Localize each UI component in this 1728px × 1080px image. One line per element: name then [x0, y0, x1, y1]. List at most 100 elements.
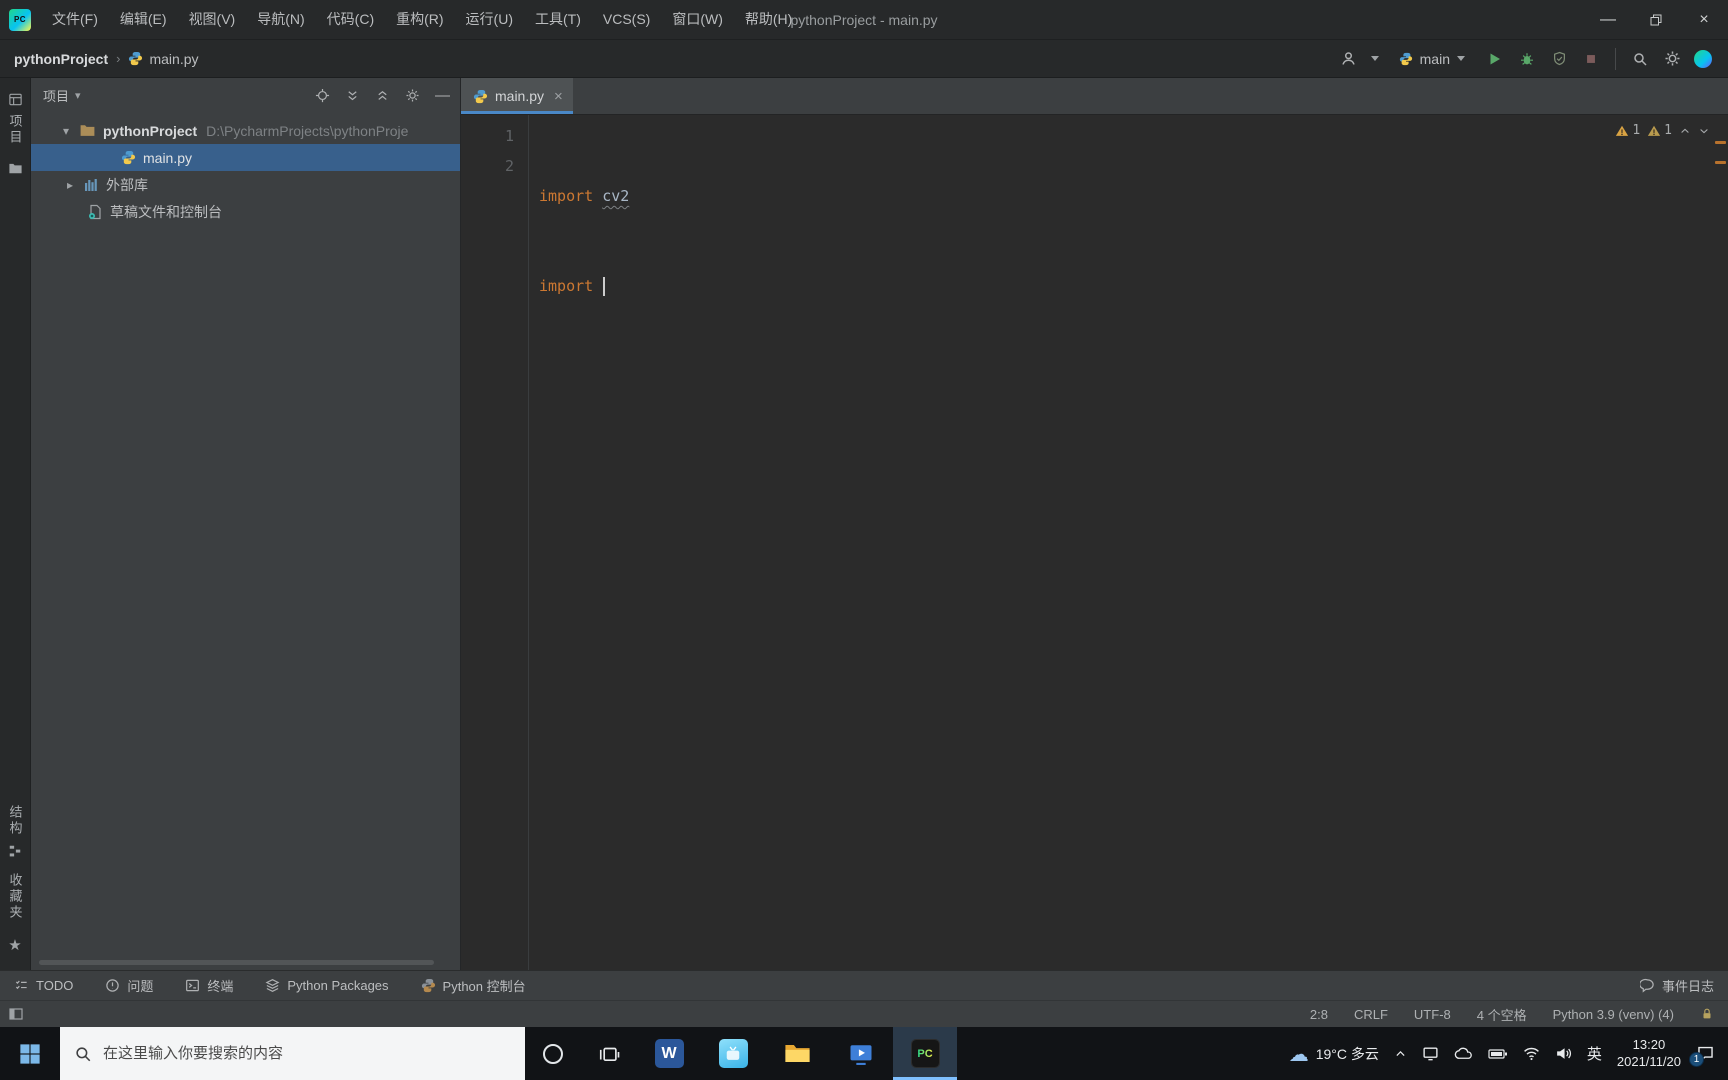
debug-button[interactable]: [1517, 49, 1537, 69]
chevron-right-icon[interactable]: ▸: [61, 178, 79, 192]
minimize-button[interactable]: —: [1584, 0, 1632, 39]
cortana-button[interactable]: [525, 1027, 581, 1080]
collapse-all-icon[interactable]: [375, 88, 390, 103]
structure-tool-button[interactable]: 结构: [6, 794, 25, 862]
python-file-icon: [473, 89, 488, 104]
menu-run[interactable]: 运行(U): [455, 0, 524, 39]
task-view-button[interactable]: [581, 1027, 637, 1080]
user-icon[interactable]: [1339, 49, 1359, 69]
coverage-button[interactable]: [1549, 49, 1569, 69]
weather-widget[interactable]: ☁ 19°C 多云: [1289, 1042, 1379, 1066]
expand-all-icon[interactable]: [345, 88, 360, 103]
taskbar-pycharm[interactable]: PC: [893, 1027, 957, 1080]
hide-panel-icon[interactable]: —: [435, 87, 450, 104]
menu-vcs[interactable]: VCS(S): [592, 0, 661, 39]
toolwindow-terminal[interactable]: 终端: [185, 976, 233, 995]
user-dropdown-icon[interactable]: [1370, 56, 1379, 61]
warning-indicator[interactable]: 1: [1615, 123, 1640, 138]
editor-gutter[interactable]: 1 2: [461, 115, 529, 970]
next-problem-icon[interactable]: [1698, 125, 1710, 137]
run-button[interactable]: [1485, 49, 1505, 69]
clock-date: 2021/11/20: [1616, 1053, 1681, 1069]
toolbar-right: main: [1339, 47, 1712, 70]
taskbar-media-app[interactable]: [701, 1027, 765, 1080]
wifi-icon[interactable]: [1523, 1045, 1540, 1062]
weak-warning-indicator[interactable]: 1: [1647, 123, 1672, 138]
menu-refactor[interactable]: 重构(R): [385, 0, 454, 39]
taskbar-file-explorer[interactable]: [765, 1027, 829, 1080]
indent-style[interactable]: 4 个空格: [1477, 1005, 1527, 1024]
caret-position[interactable]: 2:8: [1310, 1007, 1328, 1022]
code-content: import cv2 import: [529, 115, 1728, 970]
breadcrumb-project[interactable]: pythonProject: [14, 51, 108, 67]
run-config-dropdown-icon: [1457, 56, 1465, 61]
line-separator[interactable]: CRLF: [1354, 1007, 1388, 1022]
settings-gear-icon[interactable]: [1662, 49, 1682, 69]
panel-settings-icon[interactable]: [405, 88, 420, 103]
locate-file-icon[interactable]: [315, 88, 330, 103]
lock-icon[interactable]: [1700, 1007, 1714, 1021]
favorites-tool-button[interactable]: 收藏夹 ★: [6, 862, 25, 958]
volume-icon[interactable]: [1555, 1045, 1572, 1062]
action-center-button[interactable]: 1: [1689, 1044, 1715, 1067]
taskbar-movies-tv[interactable]: [829, 1027, 893, 1080]
toolwindow-event-log[interactable]: 事件日志: [1639, 976, 1714, 995]
navigation-bar: pythonProject › main.py main: [0, 40, 1728, 78]
monitor-icon[interactable]: [1422, 1045, 1439, 1062]
input-language-indicator[interactable]: 英: [1587, 1043, 1602, 1064]
editor-surface[interactable]: 1 2 import cv2 import 1 1: [461, 115, 1728, 970]
avatar-icon[interactable]: [1694, 49, 1712, 68]
clock-widget[interactable]: 13:20 2021/11/20: [1617, 1037, 1681, 1071]
stop-button[interactable]: [1581, 49, 1601, 69]
project-view-dropdown-icon[interactable]: ▾: [75, 89, 81, 102]
project-view-selector[interactable]: 项目: [43, 86, 69, 105]
main-area: 项目 结构 收藏夹 ★ 项目 ▾ — ▾ pythonProject D:\Py…: [0, 78, 1728, 970]
onedrive-cloud-icon[interactable]: [1454, 1047, 1473, 1060]
tree-item-main-py[interactable]: main.py: [31, 144, 460, 171]
file-encoding[interactable]: UTF-8: [1414, 1007, 1451, 1022]
restore-button[interactable]: [1632, 0, 1680, 39]
menu-code[interactable]: 代码(C): [316, 0, 385, 39]
menu-edit[interactable]: 编辑(E): [109, 0, 178, 39]
menu-view[interactable]: 视图(V): [178, 0, 247, 39]
editor-tab-bar: main.py ×: [461, 78, 1728, 115]
error-stripe-mark[interactable]: [1715, 161, 1726, 164]
toolwindow-switcher-icon[interactable]: [8, 1006, 24, 1022]
chevron-down-icon[interactable]: ▾: [57, 124, 75, 138]
error-stripe-mark[interactable]: [1715, 141, 1726, 144]
toolwindow-problems[interactable]: 问题: [105, 976, 153, 995]
horizontal-scrollbar[interactable]: [39, 960, 434, 965]
taskbar-word[interactable]: W: [637, 1027, 701, 1080]
tree-item-scratches[interactable]: 草稿文件和控制台: [31, 198, 460, 225]
python-file-icon: [121, 150, 136, 165]
tree-item-project-root[interactable]: ▾ pythonProject D:\PycharmProjects\pytho…: [31, 117, 460, 144]
favorites-strip-label: 收藏夹: [7, 873, 23, 921]
taskbar-search[interactable]: [60, 1027, 525, 1080]
folder-tool-button[interactable]: [8, 157, 23, 180]
search-everywhere-icon[interactable]: [1630, 49, 1650, 69]
battery-icon[interactable]: [1488, 1048, 1508, 1060]
prev-problem-icon[interactable]: [1679, 125, 1691, 137]
menu-window[interactable]: 窗口(W): [661, 0, 734, 39]
search-input[interactable]: [103, 1045, 511, 1062]
inspections-widget[interactable]: 1 1: [1615, 123, 1710, 138]
notification-badge: 1: [1689, 1052, 1704, 1067]
toolwindow-python-console[interactable]: Python 控制台: [421, 976, 526, 995]
toolwindow-python-packages[interactable]: Python Packages: [265, 978, 389, 993]
run-configuration-selector[interactable]: main: [1391, 48, 1473, 70]
python-interpreter[interactable]: Python 3.9 (venv) (4): [1553, 1007, 1674, 1022]
tab-close-icon[interactable]: ×: [554, 88, 563, 105]
breadcrumb-file[interactable]: main.py: [128, 51, 199, 67]
menu-tools[interactable]: 工具(T): [524, 0, 592, 39]
tree-item-external-libraries[interactable]: ▸ 外部库: [31, 171, 460, 198]
project-tool-button[interactable]: 项目: [6, 88, 25, 157]
menu-file[interactable]: 文件(F): [41, 0, 109, 39]
toolwindow-label: TODO: [36, 978, 74, 993]
toolwindow-todo[interactable]: TODO: [14, 978, 73, 993]
tab-main-py[interactable]: main.py ×: [461, 78, 573, 114]
line-number: 1: [504, 127, 514, 145]
start-button[interactable]: [0, 1027, 60, 1080]
menu-navigate[interactable]: 导航(N): [246, 0, 315, 39]
tray-expand-icon[interactable]: [1394, 1047, 1407, 1060]
close-button[interactable]: ×: [1680, 0, 1728, 39]
